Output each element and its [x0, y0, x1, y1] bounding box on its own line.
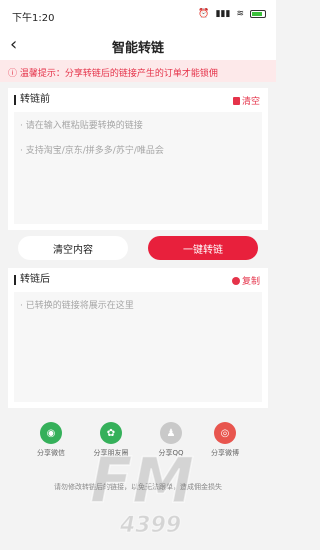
signal-icon: ▮▮▮ — [215, 9, 231, 19]
clear-action[interactable]: 清空 — [232, 94, 260, 107]
link-input-area[interactable]: · 请在输入框粘贴要转换的链接 · 支持淘宝/京东/拼多多/苏宁/唯品会 — [14, 112, 262, 224]
copy-icon — [231, 276, 240, 285]
convert-button[interactable]: 一键转链 — [148, 236, 258, 260]
weibo-icon: ◎ — [214, 422, 236, 444]
qq-icon: ♟ — [160, 422, 182, 444]
output-card-header: 转链后 复制 — [8, 268, 268, 292]
bottom-tip: 请勿修改转链后的链接，以免无法跟单，造成佣金损失 — [54, 483, 222, 491]
output-card: 转链后 复制 · 已转换的链接将展示在这里 — [8, 268, 268, 408]
notice-banner: ⓘ 温馨提示：分享转链后的链接产生的订单才能锁佣 — [0, 60, 276, 82]
copy-action[interactable]: 复制 — [231, 274, 260, 287]
status-icons: ⏰ ▮▮▮ ≋ — [198, 9, 266, 19]
watermark-subtext: 4399 — [119, 513, 181, 538]
nav-bar: ‹ 智能转链 — [0, 30, 276, 60]
input-placeholder-line: · 支持淘宝/京东/拼多多/苏宁/唯品会 — [20, 146, 164, 156]
clear-action-label: 清空 — [241, 97, 260, 107]
status-bar: 下午1:20 ⏰ ▮▮▮ ≋ — [0, 0, 276, 30]
input-card-header: 转链前 清空 — [8, 88, 268, 112]
output-placeholder-line: · 已转换的链接将展示在这里 — [20, 301, 134, 311]
share-label: 分享微信 — [37, 449, 65, 457]
input-card-title: 转链前 — [14, 95, 262, 105]
share-qq-button[interactable]: ♟ 分享QQ — [149, 422, 193, 458]
trash-icon — [232, 96, 240, 105]
share-label: 分享QQ — [158, 449, 184, 457]
share-moments-button[interactable]: ✿ 分享朋友圈 — [89, 422, 133, 458]
converted-link-area[interactable]: · 已转换的链接将展示在这里 — [14, 292, 262, 402]
output-card-title: 转链后 — [14, 275, 262, 285]
moments-icon: ✿ — [100, 422, 122, 444]
share-label: 分享朋友圈 — [93, 449, 129, 457]
copy-action-label: 复制 — [241, 277, 260, 287]
clear-content-button[interactable]: 清空内容 — [18, 236, 128, 260]
wechat-icon: ◉ — [40, 422, 62, 444]
share-weibo-button[interactable]: ◎ 分享微博 — [203, 422, 247, 458]
alarm-icon: ⏰ — [198, 9, 210, 19]
page-title: 智能转链 — [111, 41, 164, 56]
share-row: ◉ 分享微信 ✿ 分享朋友圈 ♟ 分享QQ ◎ 分享微博 — [0, 422, 276, 472]
wifi-icon: ≋ — [236, 9, 244, 19]
status-time: 下午1:20 — [12, 13, 55, 24]
input-placeholder-line: · 请在输入框粘贴要转换的链接 — [20, 121, 143, 131]
share-wechat-button[interactable]: ◉ 分享微信 — [29, 422, 73, 458]
battery-icon — [250, 10, 266, 18]
input-card: 转链前 清空 · 请在输入框粘贴要转换的链接 · 支持淘宝/京东/拼多多/苏宁/… — [8, 88, 268, 230]
share-label: 分享微博 — [211, 449, 239, 457]
